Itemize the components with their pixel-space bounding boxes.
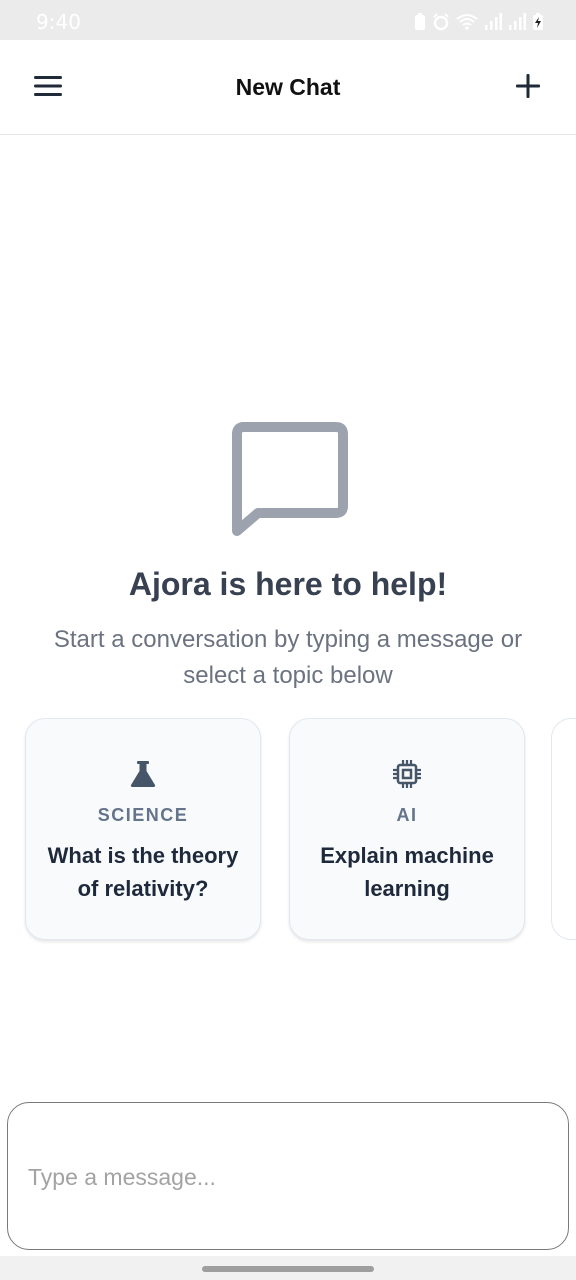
status-bar: 9:40: [0, 0, 576, 40]
topic-category: AI: [396, 805, 418, 825]
message-composer[interactable]: [7, 1102, 569, 1250]
flask-icon: [26, 759, 260, 789]
page-title: New Chat: [235, 74, 341, 100]
battery-charging-icon: [532, 13, 544, 31]
topic-carousel[interactable]: SCIENCE What is the theory of relativity…: [0, 718, 576, 944]
signal-icon: [508, 13, 526, 31]
topic-card-science[interactable]: SCIENCE What is the theory of relativity…: [25, 718, 261, 940]
new-chat-button[interactable]: [506, 67, 550, 109]
empty-state-title: Ajora is here to help!: [128, 566, 448, 602]
status-icons: [414, 12, 544, 32]
status-time: 9:40: [36, 10, 81, 34]
message-input[interactable]: [28, 1157, 538, 1197]
chip-icon: [290, 759, 524, 789]
app-bar: New Chat: [0, 40, 576, 135]
topic-card-partial[interactable]: [551, 718, 576, 940]
navigation-bar: [0, 1256, 576, 1280]
chat-bubble-icon: [226, 420, 350, 536]
wifi-icon: [456, 13, 478, 31]
topic-question: What is the theory of relativity?: [47, 843, 239, 901]
alarm-icon: [432, 13, 450, 31]
topic-category: SCIENCE: [97, 805, 189, 825]
gesture-handle[interactable]: [202, 1266, 374, 1272]
topic-question: Explain machine learning: [320, 843, 494, 901]
battery-saver-icon: [414, 13, 426, 31]
plus-icon: [516, 73, 540, 103]
empty-state-subtitle: Start a conversation by typing a message…: [53, 626, 523, 689]
signal-icon: [484, 13, 502, 31]
topic-card-ai[interactable]: AI Explain machine learning: [289, 718, 525, 940]
